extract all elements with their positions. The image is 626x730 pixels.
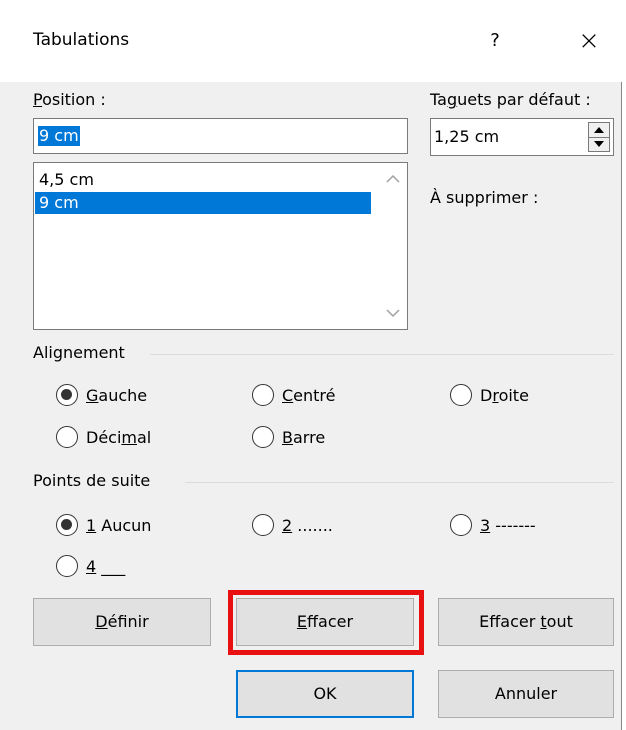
radio-unchecked-icon <box>450 384 472 406</box>
radio-unchecked-icon <box>56 555 78 577</box>
radio-checked-icon <box>56 514 78 536</box>
position-label: Position : <box>33 90 106 109</box>
radio-checked-icon <box>56 384 78 406</box>
radio-label: 4 ___ <box>86 556 126 576</box>
radio-unchecked-icon <box>252 426 274 448</box>
radio-label: Décimal <box>86 427 152 447</box>
help-button[interactable]: ? <box>480 24 510 58</box>
position-input[interactable]: 9 cm <box>33 118 408 154</box>
radio-label: 1 Aucun <box>86 515 152 535</box>
radio-label: Gauche <box>86 385 148 405</box>
dialog-title: Tabulations <box>33 30 130 50</box>
radio-align-left[interactable]: Gauche <box>56 384 147 406</box>
cancel-button[interactable]: Annuler <box>438 670 614 718</box>
radio-align-bar[interactable]: Barre <box>252 426 325 448</box>
radio-leader-3[interactable]: 3 ------- <box>450 514 536 536</box>
radio-leader-2[interactable]: 2 ....... <box>252 514 333 536</box>
default-tabs-value: 1,25 cm <box>434 127 500 146</box>
radio-unchecked-icon <box>252 384 274 406</box>
to-delete-label: À supprimer : <box>430 188 539 207</box>
leader-group-label: Points de suite <box>33 471 151 490</box>
radio-label: Centré <box>282 385 336 405</box>
alignment-divider <box>150 354 614 355</box>
radio-align-decimal[interactable]: Décimal <box>56 426 151 448</box>
list-item-selected[interactable]: 9 cm <box>35 192 371 214</box>
clear-all-button[interactable]: Effacer tout <box>438 598 614 646</box>
alignment-group-label: Alignement <box>33 343 125 362</box>
tab-stop-list[interactable]: 4,5 cm 9 cm <box>33 162 408 330</box>
ok-button[interactable]: OK <box>236 670 414 718</box>
radio-unchecked-icon <box>450 514 472 536</box>
position-input-value: 9 cm <box>38 126 80 146</box>
set-button[interactable]: Définir <box>33 598 211 646</box>
spinner-buttons <box>588 122 610 152</box>
list-item[interactable]: 4,5 cm <box>35 169 371 191</box>
radio-label: 2 ....... <box>282 515 333 535</box>
radio-label: 3 ------- <box>480 515 536 535</box>
radio-label: Droite <box>480 385 529 405</box>
radio-leader-4[interactable]: 4 ___ <box>56 555 125 577</box>
highlight-box <box>228 590 424 655</box>
spin-up-icon[interactable] <box>589 123 609 138</box>
tabulations-dialog: Tabulations ? × Position : 9 cm 4,5 cm 9… <box>0 0 622 730</box>
scroll-down-icon[interactable] <box>383 305 403 321</box>
default-tabs-label: Taguets par défaut : <box>430 90 591 109</box>
default-tabs-spinner[interactable]: 1,25 cm <box>430 118 614 156</box>
radio-label: Barre <box>282 427 326 447</box>
leader-divider <box>185 482 614 483</box>
radio-align-right[interactable]: Droite <box>450 384 529 406</box>
spin-down-icon[interactable] <box>589 138 609 152</box>
scroll-up-icon[interactable] <box>383 171 403 187</box>
radio-align-center[interactable]: Centré <box>252 384 336 406</box>
radio-unchecked-icon <box>56 426 78 448</box>
title-bar: Tabulations ? × <box>0 0 622 82</box>
close-button[interactable]: × <box>572 24 606 58</box>
radio-leader-1[interactable]: 1 Aucun <box>56 514 151 536</box>
radio-unchecked-icon <box>252 514 274 536</box>
